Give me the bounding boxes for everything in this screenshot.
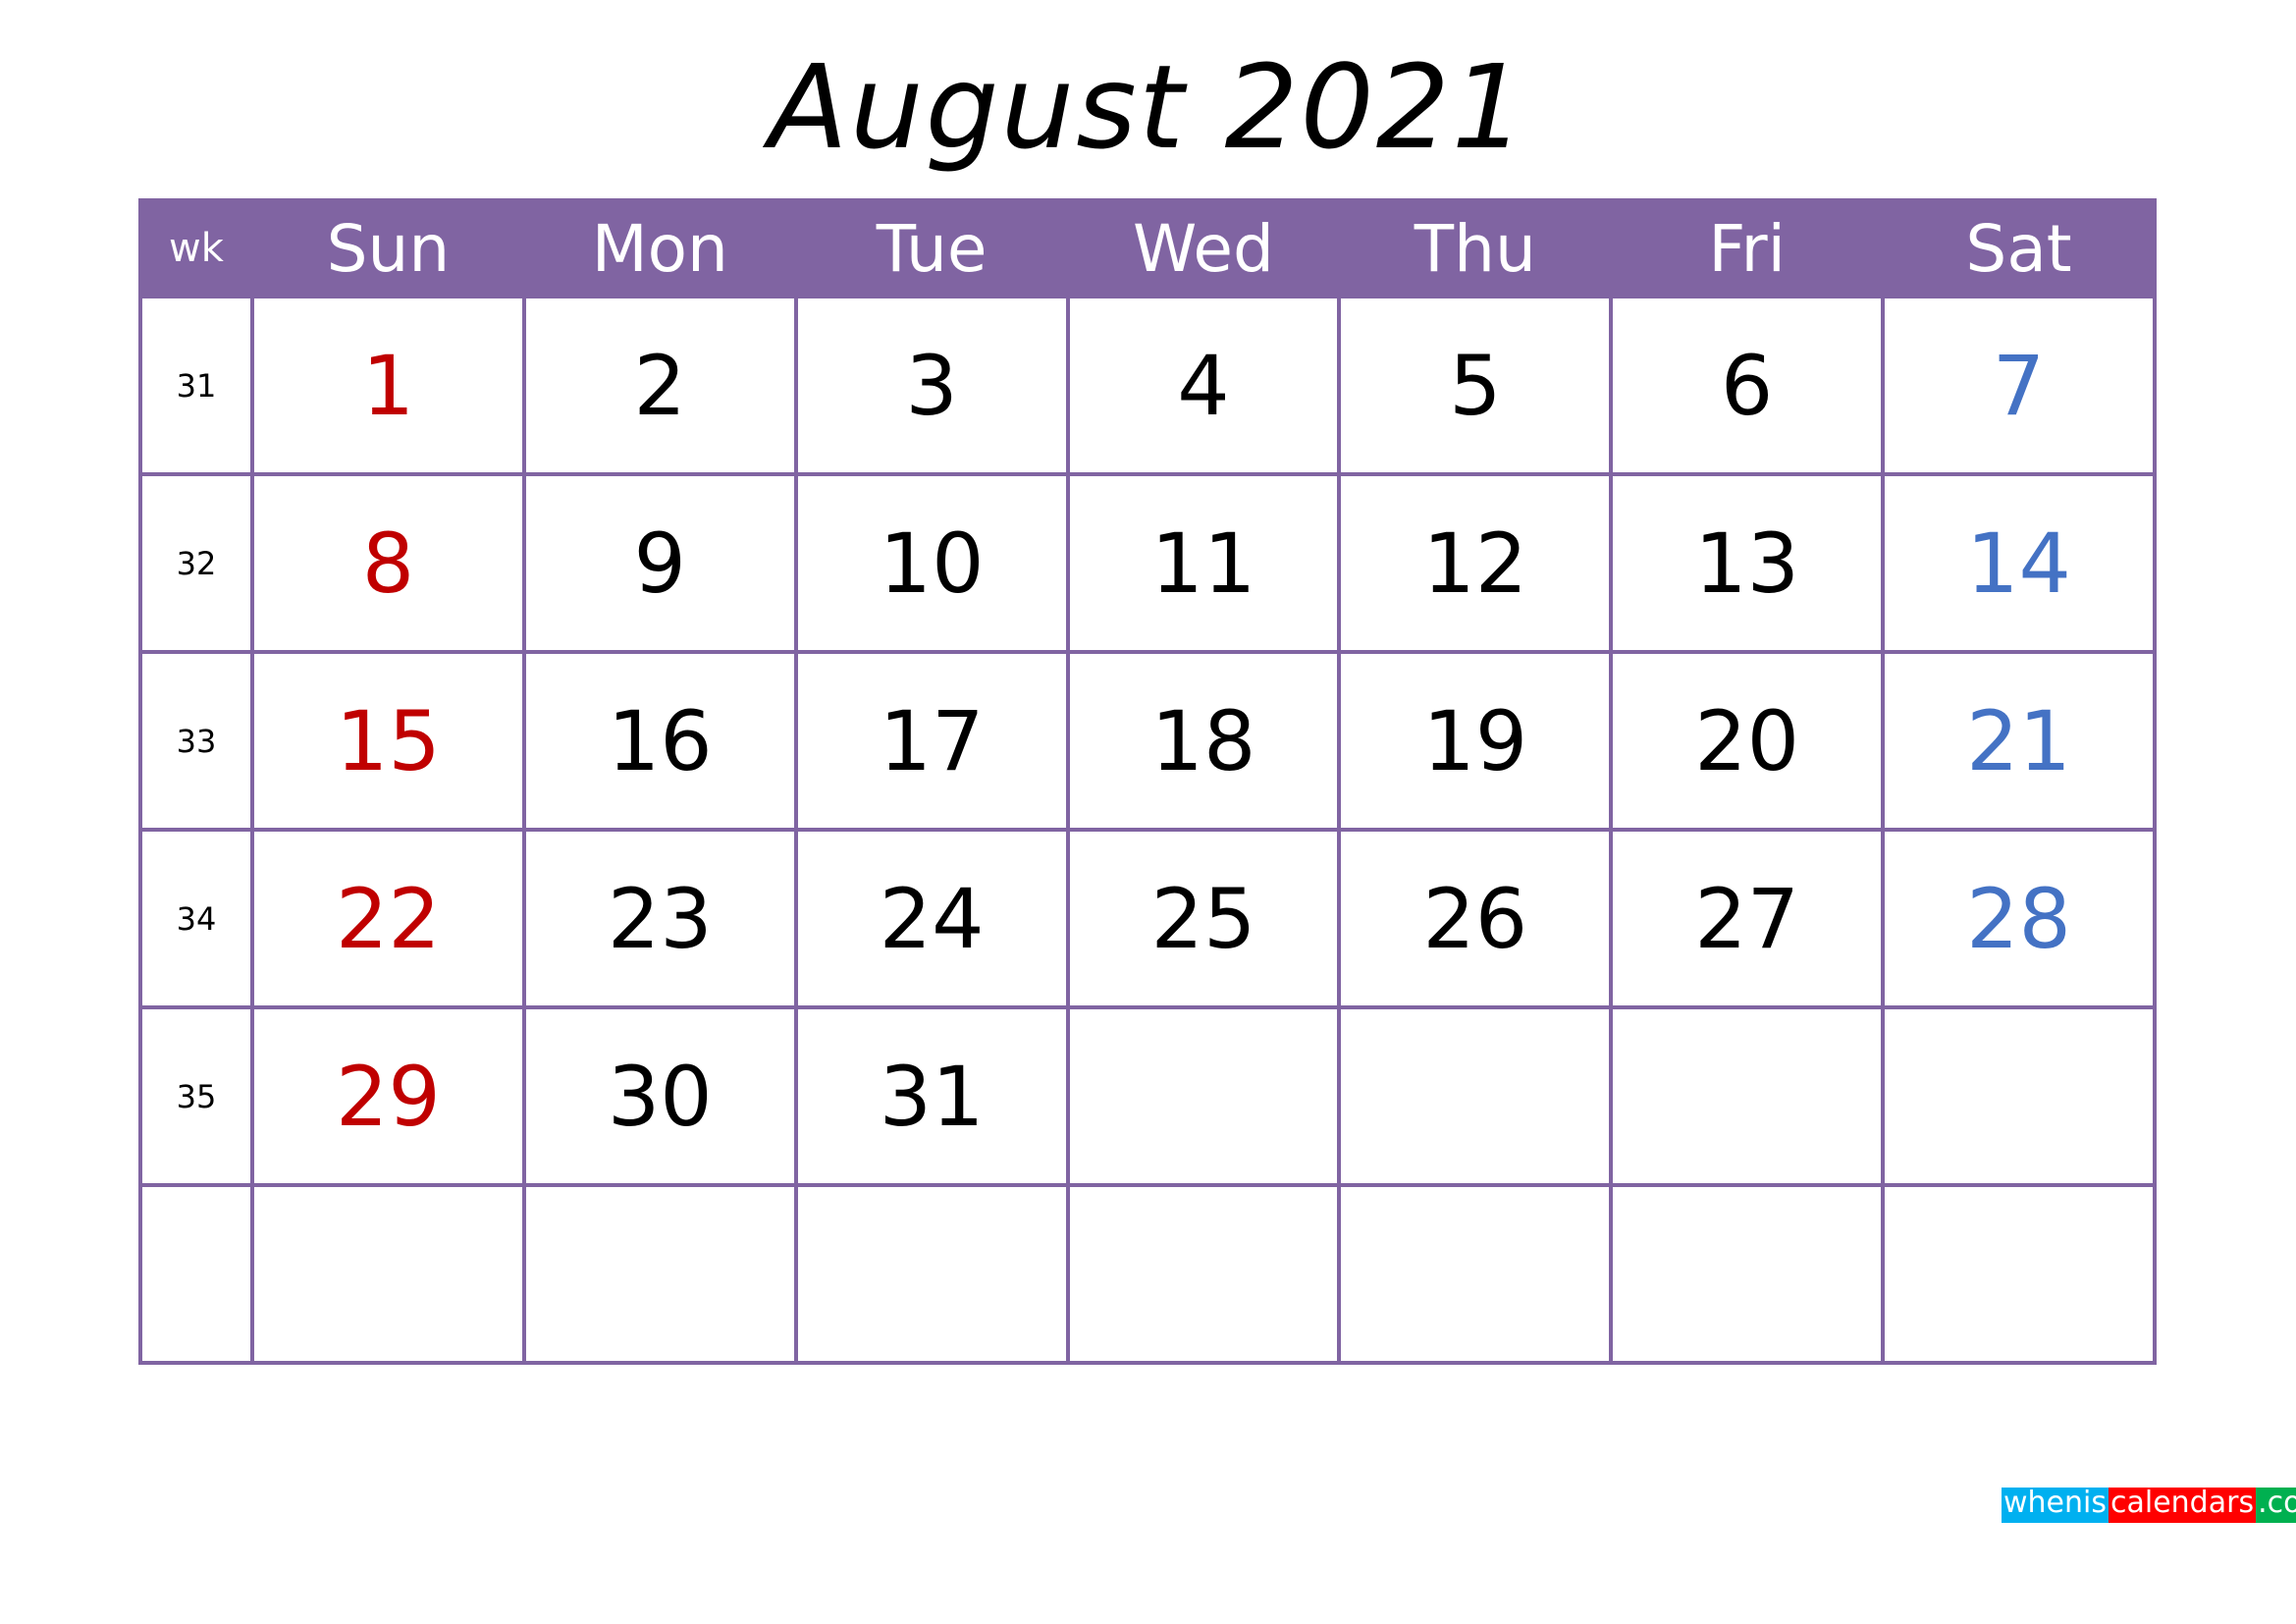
- week-number: [138, 1183, 254, 1365]
- day-cell: 17: [793, 650, 1070, 832]
- week-row: 35 29 30 31: [138, 1005, 2157, 1187]
- week-row: 31 1 2 3 4 5 6 7: [138, 295, 2157, 476]
- weekday-header: Wed: [1065, 198, 1342, 298]
- day-cell: [1609, 1183, 1886, 1365]
- week-number: 31: [138, 295, 254, 476]
- day-cell: [521, 1183, 798, 1365]
- weekday-header: Sat: [1881, 198, 2157, 298]
- day-cell: 7: [1881, 295, 2157, 476]
- week-number: 32: [138, 472, 254, 654]
- weekday-header: Thu: [1337, 198, 1614, 298]
- calendar-title: August 2021: [769, 39, 1527, 175]
- day-cell: 3: [793, 295, 1070, 476]
- day-cell: 1: [250, 295, 526, 476]
- week-row: 34 22 23 24 25 26 27 28: [138, 828, 2157, 1009]
- week-row: 32 8 9 10 11 12 13 14: [138, 472, 2157, 654]
- calendar-grid: wk Sun Mon Tue Wed Thu Fri Sat 31 1 2 3 4 5 6 7…: [138, 198, 2157, 1365]
- weekday-header: Fri: [1609, 198, 1886, 298]
- week-row: 33 15 16 17 18 19 20 21: [138, 650, 2157, 832]
- day-cell: 6: [1609, 295, 1886, 476]
- day-cell: [1065, 1183, 1342, 1365]
- day-cell: 8: [250, 472, 526, 654]
- day-cell: 30: [521, 1005, 798, 1187]
- site-logo[interactable]: whenis calendars .com: [2002, 1488, 2296, 1526]
- weekday-header: Sun: [250, 198, 526, 298]
- day-cell: 22: [250, 828, 526, 1009]
- day-cell: 5: [1337, 295, 1614, 476]
- week-number: 33: [138, 650, 254, 832]
- day-cell: 2: [521, 295, 798, 476]
- day-cell: 28: [1881, 828, 2157, 1009]
- day-cell: 9: [521, 472, 798, 654]
- week-row: [138, 1183, 2157, 1365]
- logo-part-calendars: calendars: [2109, 1488, 2257, 1526]
- day-cell: 12: [1337, 472, 1614, 654]
- day-cell: 21: [1881, 650, 2157, 832]
- day-cell: [1881, 1183, 2157, 1365]
- day-cell: 25: [1065, 828, 1342, 1009]
- day-cell: [1065, 1005, 1342, 1187]
- day-cell: [1609, 1005, 1886, 1187]
- logo-part-whenis: whenis: [2002, 1488, 2109, 1526]
- day-cell: 31: [793, 1005, 1070, 1187]
- weekday-header-row: wk Sun Mon Tue Wed Thu Fri Sat: [138, 198, 2157, 298]
- weekday-header: Tue: [793, 198, 1070, 298]
- day-cell: 16: [521, 650, 798, 832]
- day-cell: [1881, 1005, 2157, 1187]
- day-cell: 14: [1881, 472, 2157, 654]
- day-cell: 11: [1065, 472, 1342, 654]
- day-cell: [793, 1183, 1070, 1365]
- day-cell: 4: [1065, 295, 1342, 476]
- day-cell: 19: [1337, 650, 1614, 832]
- weekday-header: Mon: [521, 198, 798, 298]
- week-number-header: wk: [138, 198, 254, 298]
- day-cell: [1337, 1005, 1614, 1187]
- day-cell: 10: [793, 472, 1070, 654]
- day-cell: 18: [1065, 650, 1342, 832]
- day-cell: 29: [250, 1005, 526, 1187]
- day-cell: 26: [1337, 828, 1614, 1009]
- day-cell: 23: [521, 828, 798, 1009]
- day-cell: [1337, 1183, 1614, 1365]
- week-number: 35: [138, 1005, 254, 1187]
- week-number: 34: [138, 828, 254, 1009]
- day-cell: [250, 1183, 526, 1365]
- day-cell: 13: [1609, 472, 1886, 654]
- day-cell: 20: [1609, 650, 1886, 832]
- day-cell: 27: [1609, 828, 1886, 1009]
- logo-part-com: .com: [2256, 1488, 2296, 1526]
- day-cell: 24: [793, 828, 1070, 1009]
- day-cell: 15: [250, 650, 526, 832]
